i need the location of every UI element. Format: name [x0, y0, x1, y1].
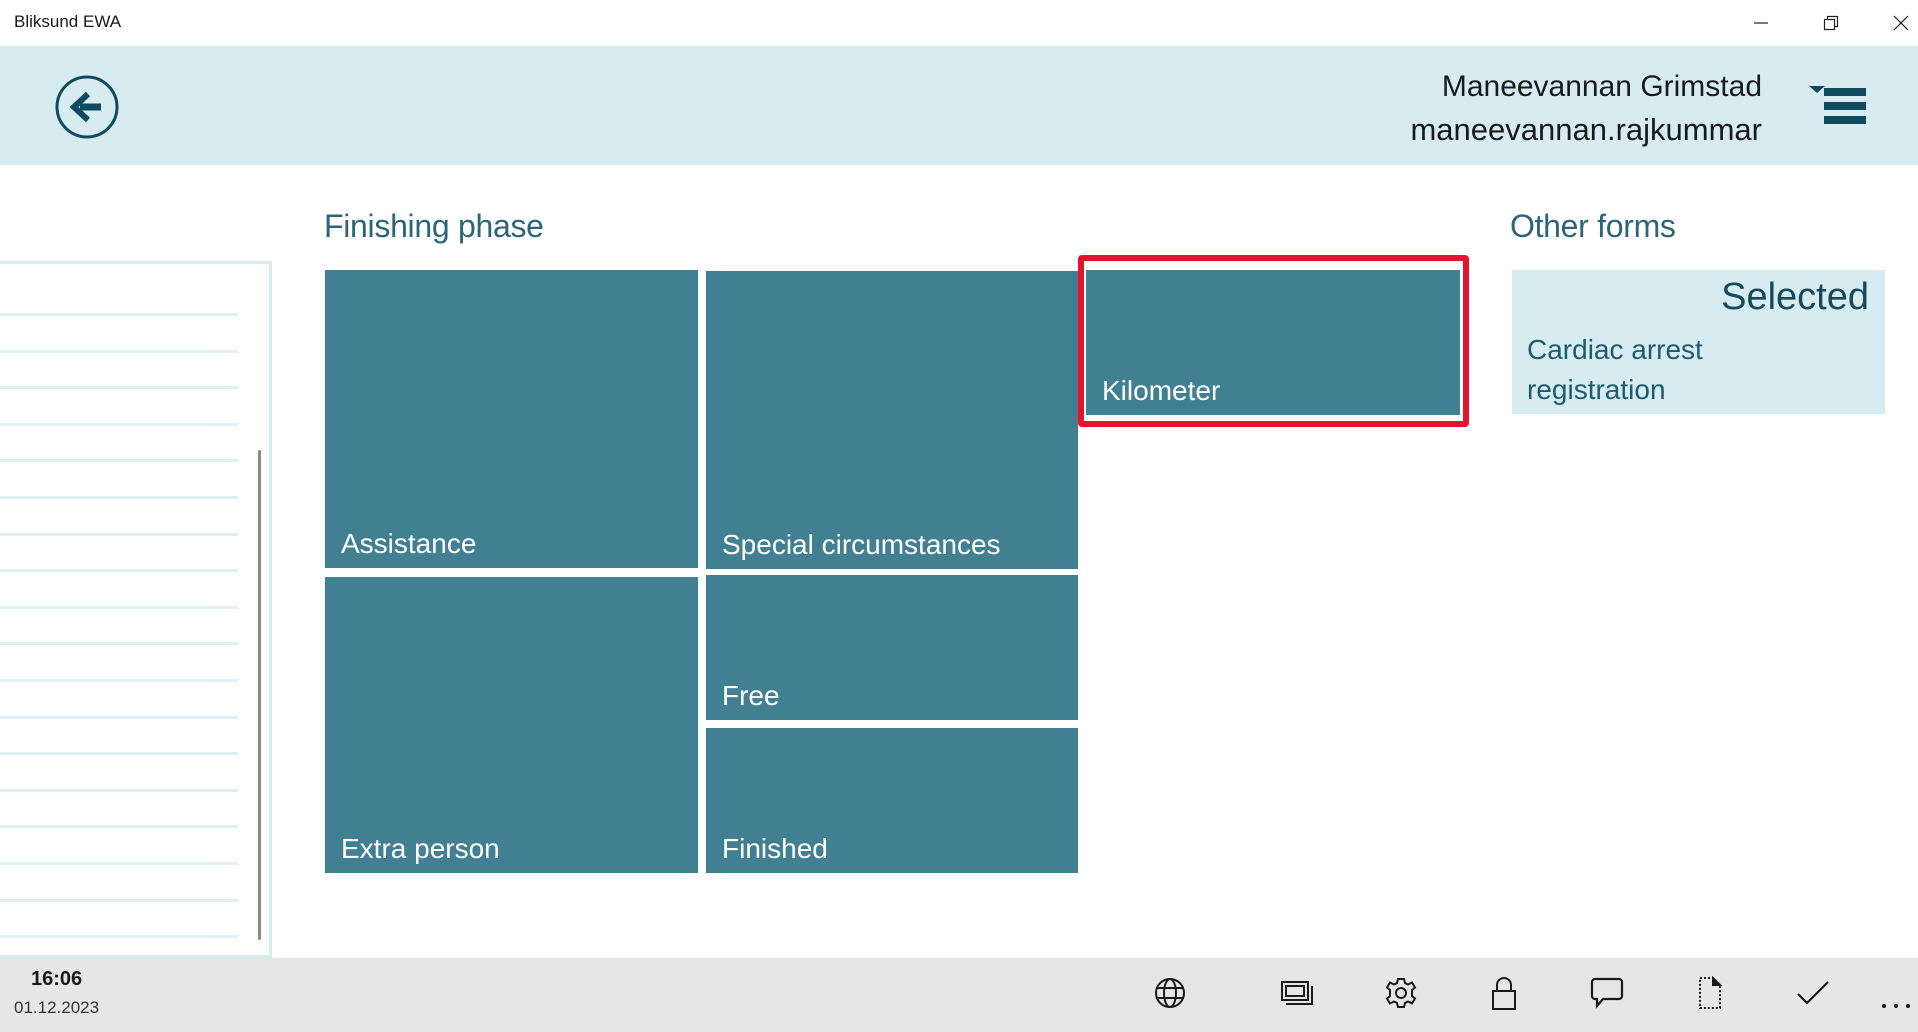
- user-login-name: maneevannan.rajkummar: [1410, 112, 1762, 147]
- clock-time: 16:06: [31, 968, 83, 990]
- app-header: Maneevannan Grimstad maneevannan.rajkumm…: [0, 46, 1918, 165]
- globe-button[interactable]: [1145, 968, 1195, 1018]
- document-icon: [1699, 976, 1723, 1009]
- user-full-name: Maneevannan Grimstad: [1441, 70, 1762, 103]
- tile-label: Special circumstances: [722, 529, 1001, 560]
- tile-label: Extra person: [341, 833, 500, 864]
- more-button[interactable]: [1878, 978, 1914, 1014]
- other-forms-title: Other forms: [1510, 208, 1676, 244]
- more-dots-icon: [1882, 1004, 1910, 1008]
- minimize-icon: [1754, 22, 1768, 24]
- list-row-divider: [0, 825, 238, 829]
- form-label: Cardiac arrest registration: [1527, 334, 1703, 405]
- list-row-divider: [0, 715, 238, 719]
- list-row-divider: [0, 459, 238, 463]
- main-menu-button[interactable]: [1806, 80, 1868, 140]
- tile-kilometer[interactable]: Kilometer: [1086, 270, 1460, 415]
- list-row-divider: [0, 349, 238, 353]
- lock-icon: [1492, 977, 1516, 1010]
- tile-cardiac-arrest-registration[interactable]: Selected Cardiac arrest registration: [1512, 270, 1885, 414]
- windows-icon: [1281, 981, 1313, 1005]
- list-row-divider: [0, 496, 238, 499]
- tile-finished[interactable]: Finished: [706, 728, 1078, 873]
- confirm-button[interactable]: [1788, 968, 1838, 1018]
- close-icon: [1893, 15, 1909, 31]
- globe-icon: [1155, 978, 1185, 1008]
- tile-special-circumstances[interactable]: Special circumstances: [706, 271, 1078, 569]
- left-list-panel: [0, 261, 272, 958]
- restore-button[interactable]: [1808, 0, 1854, 46]
- settings-button[interactable]: [1376, 968, 1426, 1018]
- list-row-divider: [0, 605, 238, 609]
- list-row-divider: [0, 898, 238, 902]
- restore-icon: [1823, 15, 1839, 31]
- tile-assistance[interactable]: Assistance: [325, 270, 698, 568]
- back-arrow-circle-icon: [55, 75, 119, 139]
- gear-icon: [1385, 978, 1417, 1008]
- list-row-divider: [0, 532, 238, 536]
- selected-status: Selected: [1721, 276, 1869, 318]
- back-button[interactable]: [54, 74, 120, 140]
- bottom-app-bar: 16:06 01.12.2023: [0, 958, 1918, 1032]
- list-row-divider: [0, 569, 238, 573]
- list-row-divider: [0, 752, 238, 756]
- tile-label: Assistance: [341, 528, 477, 559]
- list-row-divider: [0, 862, 238, 865]
- windows-button[interactable]: [1272, 968, 1322, 1018]
- close-button[interactable]: [1878, 0, 1918, 46]
- comment-button[interactable]: [1582, 968, 1632, 1018]
- list-row-divider: [0, 642, 238, 646]
- list-row-divider: [0, 935, 238, 939]
- tile-free[interactable]: Free: [706, 575, 1078, 720]
- list-row-divider: [0, 386, 238, 390]
- tile-label: Kilometer: [1102, 375, 1221, 406]
- tile-label: Finished: [722, 833, 828, 864]
- window-title: Bliksund EWA: [14, 12, 122, 31]
- speech-bubble-icon: [1590, 977, 1624, 1009]
- scrollbar-thumb[interactable]: [258, 450, 261, 940]
- title-bar: Bliksund EWA: [0, 0, 1918, 46]
- list-row-divider: [0, 679, 238, 682]
- checkmark-icon: [1797, 981, 1829, 1005]
- list-row-divider: [0, 313, 238, 316]
- document-button[interactable]: [1685, 968, 1735, 1018]
- list-row-divider: [0, 422, 238, 426]
- clock-date: 01.12.2023: [14, 998, 100, 1017]
- hamburger-menu-icon: [1809, 86, 1868, 124]
- tile-extra-person[interactable]: Extra person: [325, 577, 698, 873]
- user-info: Maneevannan Grimstad maneevannan.rajkumm…: [1410, 66, 1762, 152]
- finishing-phase-title: Finishing phase: [324, 208, 544, 244]
- lock-button[interactable]: [1479, 968, 1529, 1018]
- app-window: Bliksund EWA Maneevannan Grimstad maneev…: [0, 0, 1918, 1032]
- tile-label: Free: [722, 680, 780, 711]
- minimize-button[interactable]: [1738, 0, 1784, 46]
- list-row-divider: [0, 788, 238, 792]
